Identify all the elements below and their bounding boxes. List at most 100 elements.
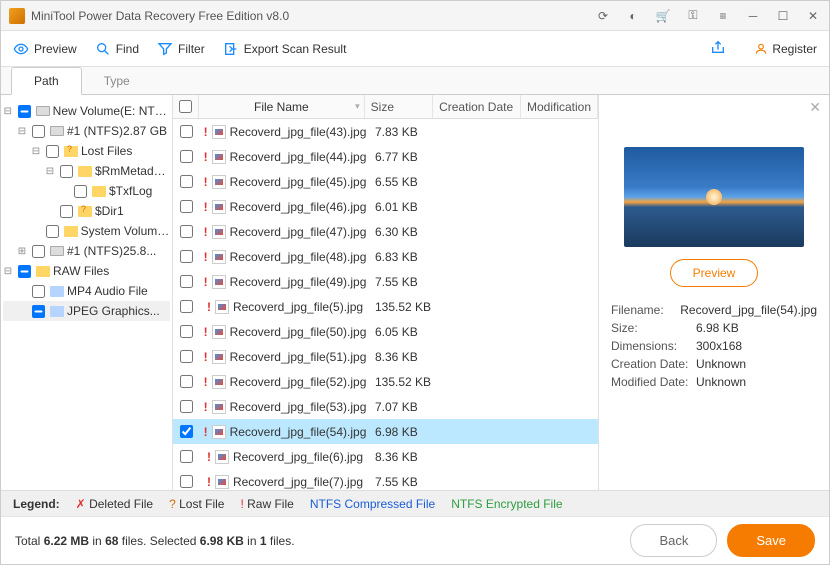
file-row[interactable]: !Recoverd_jpg_file(49).jpg7.55 KB — [173, 269, 598, 294]
export-button[interactable]: Export Scan Result — [223, 41, 347, 57]
file-row[interactable]: !Recoverd_jpg_file(5).jpg135.52 KB — [173, 294, 598, 319]
file-checkbox[interactable] — [180, 375, 193, 388]
tree-twisty-icon[interactable]: ⊟ — [17, 126, 27, 137]
file-row[interactable]: !Recoverd_jpg_file(47).jpg6.30 KB — [173, 219, 598, 244]
file-checkbox[interactable] — [180, 250, 193, 263]
file-row[interactable]: !Recoverd_jpg_file(48).jpg6.83 KB — [173, 244, 598, 269]
file-checkbox[interactable] — [180, 325, 193, 338]
tree-item[interactable]: ⊟Lost Files — [3, 141, 170, 161]
file-checkbox[interactable] — [180, 425, 193, 438]
file-checkbox[interactable] — [180, 400, 193, 413]
file-row[interactable]: !Recoverd_jpg_file(43).jpg7.83 KB — [173, 119, 598, 144]
file-row[interactable]: !Recoverd_jpg_file(53).jpg7.07 KB — [173, 394, 598, 419]
minimize-icon[interactable]: ─ — [745, 8, 761, 24]
tab-type[interactable]: Type — [82, 68, 152, 94]
tabs: Path Type — [1, 67, 829, 95]
file-checkbox[interactable] — [180, 175, 193, 188]
sort-arrow-icon: ▾ — [355, 101, 360, 112]
tree-checkbox[interactable] — [32, 125, 45, 138]
legend-bar: Legend: ✗ Deleted File ? Lost File ! Raw… — [1, 490, 829, 516]
tree-checkbox[interactable] — [32, 285, 45, 298]
tree-checkbox[interactable] — [46, 225, 59, 238]
tree-checkbox[interactable] — [18, 105, 31, 118]
find-button[interactable]: Find — [95, 41, 139, 57]
tree-item[interactable]: ⊞#1 (NTFS)25.8... — [3, 241, 170, 261]
raw-file-mark-icon: ! — [204, 150, 208, 164]
tree-checkbox[interactable] — [46, 145, 59, 158]
file-checkbox[interactable] — [180, 350, 193, 363]
tree-checkbox[interactable] — [60, 165, 73, 178]
column-size[interactable]: Size — [365, 95, 433, 118]
register-button[interactable]: Register — [754, 42, 817, 56]
file-row[interactable]: !Recoverd_jpg_file(51).jpg8.36 KB — [173, 344, 598, 369]
tree-checkbox[interactable] — [32, 305, 45, 318]
tree-item[interactable]: $TxfLog — [3, 181, 170, 201]
file-row[interactable]: !Recoverd_jpg_file(7).jpg7.55 KB — [173, 469, 598, 490]
preview-button[interactable]: Preview — [13, 41, 77, 57]
file-size: 8.36 KB — [369, 350, 439, 364]
tree-twisty-icon[interactable]: ⊞ — [17, 246, 27, 257]
tree-item[interactable]: ⊟#1 (NTFS)2.87 GB — [3, 121, 170, 141]
file-row[interactable]: !Recoverd_jpg_file(54).jpg6.98 KB — [173, 419, 598, 444]
file-checkbox[interactable] — [180, 200, 193, 213]
filter-button[interactable]: Filter — [157, 41, 205, 57]
tree-checkbox[interactable] — [74, 185, 87, 198]
help-icon[interactable]: ◐ — [625, 8, 641, 24]
tree-twisty-icon[interactable]: ⊟ — [3, 106, 13, 117]
tree-item[interactable]: MP4 Audio File — [3, 281, 170, 301]
file-checkbox[interactable] — [180, 225, 193, 238]
preview-image — [624, 147, 804, 247]
file-list-body[interactable]: !Recoverd_jpg_file(43).jpg7.83 KB!Recove… — [173, 119, 598, 490]
tree-checkbox[interactable] — [60, 205, 73, 218]
tree-twisty-icon[interactable]: ⊟ — [45, 166, 55, 177]
meta-modified-value: Unknown — [696, 375, 746, 389]
column-modification[interactable]: Modification — [521, 95, 598, 118]
file-checkbox[interactable] — [180, 125, 193, 138]
tree-item[interactable]: System Volume... — [3, 221, 170, 241]
file-row[interactable]: !Recoverd_jpg_file(45).jpg6.55 KB — [173, 169, 598, 194]
tree-item[interactable]: JPEG Graphics... — [3, 301, 170, 321]
file-name: Recoverd_jpg_file(44).jpg — [230, 150, 367, 164]
tree-twisty-icon[interactable]: ⊟ — [31, 146, 41, 157]
file-row[interactable]: !Recoverd_jpg_file(6).jpg8.36 KB — [173, 444, 598, 469]
cart-icon[interactable]: 🛒 — [655, 8, 671, 24]
refresh-icon[interactable]: ⟳ — [595, 8, 611, 24]
column-checkbox[interactable] — [173, 95, 199, 118]
tab-path[interactable]: Path — [11, 67, 82, 95]
column-filename[interactable]: File Name▾ — [199, 95, 365, 118]
find-label: Find — [116, 42, 139, 56]
file-name: Recoverd_jpg_file(47).jpg — [230, 225, 367, 239]
column-creation-date[interactable]: Creation Date — [433, 95, 521, 118]
file-checkbox[interactable] — [180, 275, 193, 288]
save-button[interactable]: Save — [727, 524, 815, 557]
file-checkbox[interactable] — [180, 475, 193, 488]
tree-checkbox[interactable] — [32, 245, 45, 258]
menu-icon[interactable]: ≡ — [715, 8, 731, 24]
file-row[interactable]: !Recoverd_jpg_file(46).jpg6.01 KB — [173, 194, 598, 219]
tree-item[interactable]: ⊟RAW Files — [3, 261, 170, 281]
close-icon[interactable]: ✕ — [805, 8, 821, 24]
folder-question-icon — [64, 146, 78, 157]
maximize-icon[interactable]: ☐ — [775, 8, 791, 24]
preview-label: Preview — [34, 42, 77, 56]
jpg-file-icon — [212, 250, 226, 264]
file-checkbox[interactable] — [180, 300, 193, 313]
file-checkbox[interactable] — [180, 450, 193, 463]
file-size: 135.52 KB — [369, 375, 439, 389]
tree-item[interactable]: ⊟New Volume(E: NTFS) — [3, 101, 170, 121]
tree-item[interactable]: $Dir1 — [3, 201, 170, 221]
file-row[interactable]: !Recoverd_jpg_file(44).jpg6.77 KB — [173, 144, 598, 169]
file-row[interactable]: !Recoverd_jpg_file(50).jpg6.05 KB — [173, 319, 598, 344]
tree-item[interactable]: ⊟$RmMetadata — [3, 161, 170, 181]
file-checkbox[interactable] — [180, 150, 193, 163]
file-row[interactable]: !Recoverd_jpg_file(52).jpg135.52 KB — [173, 369, 598, 394]
close-preview-icon[interactable]: ✕ — [809, 99, 821, 116]
drive-icon — [36, 106, 50, 116]
key-icon[interactable]: ⚿ — [685, 8, 701, 24]
preview-open-button[interactable]: Preview — [670, 259, 759, 287]
share-icon[interactable] — [710, 39, 726, 58]
tree-checkbox[interactable] — [18, 265, 31, 278]
file-size: 8.36 KB — [369, 450, 439, 464]
back-button[interactable]: Back — [630, 524, 717, 557]
tree-twisty-icon[interactable]: ⊟ — [3, 266, 13, 277]
